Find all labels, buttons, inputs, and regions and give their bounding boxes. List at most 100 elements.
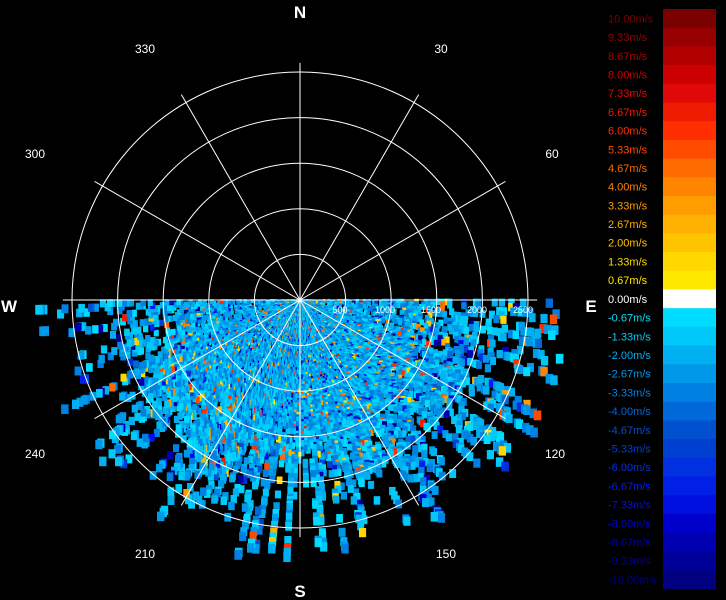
velocity-cell xyxy=(523,367,531,377)
velocity-cell xyxy=(344,471,350,479)
velocity-cell xyxy=(447,301,453,309)
velocity-cell xyxy=(373,496,381,505)
velocity-cell xyxy=(437,425,444,434)
velocity-cell xyxy=(388,404,394,411)
velocity-cell xyxy=(534,338,542,349)
velocity-cell xyxy=(461,302,467,310)
velocity-cell xyxy=(431,486,439,495)
velocity-cell xyxy=(498,446,506,456)
velocity-cell xyxy=(555,353,564,364)
velocity-cell xyxy=(530,427,538,438)
velocity-cell xyxy=(313,516,320,526)
velocity-cell xyxy=(345,478,352,486)
velocity-cell xyxy=(540,313,548,324)
velocity-cell xyxy=(287,486,294,495)
velocity-cell xyxy=(421,449,428,458)
velocity-cell xyxy=(302,461,309,469)
velocity-cell xyxy=(550,375,558,386)
velocity-cell xyxy=(459,359,465,367)
velocity-cell xyxy=(449,469,457,478)
velocity-cell xyxy=(336,514,343,523)
velocity-cell xyxy=(512,330,520,340)
velocity-cell xyxy=(342,464,349,472)
velocity-cell xyxy=(463,337,469,345)
velocity-cell xyxy=(359,528,367,538)
velocity-cell xyxy=(489,339,496,348)
velocity-cell xyxy=(501,461,509,472)
velocity-cell xyxy=(493,315,500,324)
velocity-cell xyxy=(349,452,356,460)
velocity-cell xyxy=(340,491,347,500)
velocity-cell xyxy=(274,490,281,499)
radar-velocity-view: N E S W 30 60 120 150 210 240 300 330 50… xyxy=(0,0,726,600)
velocity-cell xyxy=(437,513,446,523)
velocity-cell xyxy=(399,309,404,315)
velocity-cell xyxy=(523,405,531,415)
velocity-cell xyxy=(486,450,494,460)
velocity-cell xyxy=(312,500,319,509)
velocity-cell xyxy=(540,356,549,366)
velocity-cell xyxy=(468,388,475,397)
velocity-cell xyxy=(303,479,309,488)
velocity-cell xyxy=(403,516,411,526)
velocity-cell xyxy=(285,522,292,531)
velocity-cell xyxy=(441,310,447,318)
velocity-cell xyxy=(475,361,482,369)
velocity-cell xyxy=(508,387,516,397)
velocity-cell xyxy=(314,538,322,548)
velocity-cell xyxy=(407,474,414,483)
velocity-cell xyxy=(310,479,317,488)
velocity-cell xyxy=(483,386,490,395)
velocity-cell xyxy=(310,470,316,478)
velocity-cell xyxy=(500,315,507,324)
velocity-cell xyxy=(473,458,481,468)
velocity-cell xyxy=(328,470,335,478)
velocity-cell xyxy=(350,496,358,505)
velocity-cell xyxy=(397,320,402,326)
velocity-cell xyxy=(505,413,513,424)
velocity-cell xyxy=(338,527,346,537)
velocity-cell xyxy=(549,314,558,325)
velocity-cell xyxy=(419,477,427,486)
velocity-cell xyxy=(278,460,285,468)
velocity-cell xyxy=(467,350,474,358)
velocity-cell xyxy=(426,463,434,472)
velocity-cell xyxy=(376,469,383,478)
velocity-cell xyxy=(421,411,428,419)
velocity-cell xyxy=(480,325,486,334)
velocity-cell xyxy=(333,495,340,504)
velocity-cell xyxy=(455,425,463,434)
velocity-cell xyxy=(470,339,477,347)
velocity-cell xyxy=(466,452,474,462)
velocity-cell xyxy=(463,326,469,334)
velocity-cell xyxy=(548,330,556,340)
velocity-cell xyxy=(496,350,503,359)
velocity-cell xyxy=(484,364,491,373)
velocity-cell xyxy=(533,410,542,421)
velocity-cell xyxy=(482,354,489,363)
velocity-cell xyxy=(276,476,283,484)
velocity-cell xyxy=(445,433,452,442)
velocity-cell xyxy=(358,479,365,488)
velocity-cell xyxy=(341,544,349,554)
velocity-cell xyxy=(438,456,445,466)
velocity-cell xyxy=(268,544,276,554)
velocity-cell xyxy=(473,324,479,333)
velocity-cell xyxy=(433,339,439,347)
velocity-cell xyxy=(525,337,533,347)
velocity-cell xyxy=(473,421,480,431)
velocity-cell xyxy=(285,465,291,473)
velocity-cell xyxy=(489,356,496,365)
velocity-cell xyxy=(500,333,507,342)
velocity-cell xyxy=(483,435,491,444)
velocity-cell xyxy=(288,477,294,485)
velocity-cell xyxy=(430,448,437,457)
velocity-cell xyxy=(545,298,553,308)
velocity-cell xyxy=(283,552,291,562)
velocity-cell xyxy=(347,485,354,493)
velocity-cell xyxy=(327,460,333,469)
velocity-cell xyxy=(393,406,399,413)
velocity-cell xyxy=(431,431,438,439)
velocity-cell xyxy=(422,498,429,508)
velocity-cell xyxy=(430,512,438,522)
